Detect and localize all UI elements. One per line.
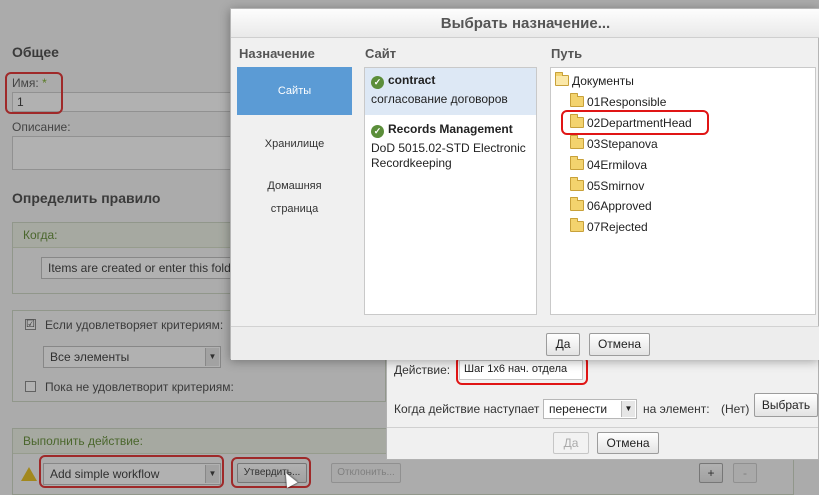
tree-node-folder-selected[interactable]: 02DepartmentHead: [570, 114, 692, 130]
to-element-value: (Нет): [721, 402, 750, 416]
criteria-select-value: Все элементы: [50, 350, 130, 364]
name-field[interactable]: 1: [12, 92, 238, 112]
tree-node-folder[interactable]: 06Approved: [570, 197, 652, 213]
section-define-rule-title: Определить правило: [12, 190, 161, 206]
description-field[interactable]: [12, 136, 238, 170]
tree-node-label: Документы: [572, 74, 634, 88]
action-settings-dialog: Действие: Шаг 1х6 нач. отдела Когда дейс…: [386, 352, 819, 460]
action-dialog-divider: [387, 427, 818, 428]
tree-node-label: 01Responsible: [587, 95, 667, 109]
folder-icon: [570, 93, 584, 107]
site-icon: ✓: [371, 76, 384, 89]
destination-home-page-line1[interactable]: Домашняя: [237, 175, 352, 197]
tree-node-folder[interactable]: 01Responsible: [570, 93, 667, 109]
site-column-header: Сайт: [365, 46, 397, 61]
site-item-contract[interactable]: ✓ contract согласование договоров: [365, 68, 536, 115]
dialog-ok-button[interactable]: Да: [546, 333, 580, 356]
unless-criteria-label: Пока не удовлетворит критериям:: [45, 380, 234, 394]
criteria-select[interactable]: Все элементы ▼: [43, 346, 221, 368]
choose-button[interactable]: Выбрать: [754, 393, 818, 417]
to-element-label: на элемент:: [643, 402, 710, 416]
destination-home-page-line2[interactable]: страница: [237, 198, 352, 220]
tree-node-label: 06Approved: [587, 199, 652, 213]
tree-node-folder[interactable]: 04Ermilova: [570, 156, 648, 172]
remove-action-button[interactable]: -: [733, 463, 757, 483]
site-list: ✓ contract согласование договоров ✓ Record…: [364, 67, 537, 315]
folder-open-icon: [555, 72, 569, 86]
folder-icon: [570, 197, 584, 211]
destination-repository[interactable]: Хранилище: [237, 131, 352, 157]
tree-node-label: 07Rejected: [587, 220, 648, 234]
chevron-down-icon: ▼: [205, 465, 219, 483]
dialog-title[interactable]: Выбрать назначение...: [231, 9, 819, 38]
site-name: Records Management: [388, 122, 513, 136]
when-select[interactable]: Items are created or enter this fold: [41, 257, 251, 279]
folder-icon: [570, 156, 584, 170]
destination-list: Сайты Хранилище Домашняя страница: [237, 67, 352, 327]
tree-node-label: 04Ermilova: [587, 158, 648, 172]
site-item-records-management[interactable]: ✓ Records Management DoD 5015.02-STD Elec…: [365, 117, 536, 179]
folder-icon: [570, 218, 584, 232]
tree-node-folder[interactable]: 05Smirnov: [570, 177, 645, 193]
reject-button[interactable]: Отклонить...: [331, 463, 401, 483]
warning-icon: [21, 467, 37, 481]
action-ok-button[interactable]: Да: [553, 432, 589, 454]
site-icon: ✓: [371, 125, 384, 138]
folder-icon: [570, 177, 584, 191]
path-column-header: Путь: [551, 46, 583, 61]
name-label-text: Имя:: [12, 76, 39, 90]
tree-node-root[interactable]: Документы: [555, 72, 634, 88]
select-destination-dialog: Выбрать назначение... Назначение Сайт Пу…: [230, 8, 819, 360]
tree-node-label: 02DepartmentHead: [587, 116, 692, 130]
action-cancel-button[interactable]: Отмена: [597, 432, 659, 454]
action-select-value: Add simple workflow: [50, 467, 160, 481]
chevron-down-icon: ▼: [621, 401, 635, 417]
tree-node-label: 05Smirnov: [587, 179, 645, 193]
if-criteria-label: Если удовлетворяет критериям:: [45, 318, 224, 332]
chevron-down-icon: ▼: [205, 348, 219, 366]
action-select[interactable]: Add simple workflow ▼: [43, 463, 221, 485]
when-action-select-value: перенести: [549, 402, 608, 416]
site-name: contract: [388, 73, 436, 87]
when-panel-header: Когда:: [13, 223, 241, 248]
section-general-title: Общее: [12, 44, 59, 60]
if-criteria-checkbox[interactable]: ☑: [25, 319, 36, 330]
dialog-footer: Да Отмена: [231, 326, 819, 360]
site-description: согласование договоров: [371, 92, 508, 106]
path-tree: Документы 01Responsible 02DepartmentHead…: [550, 67, 816, 315]
tree-node-folder[interactable]: 07Rejected: [570, 218, 648, 234]
folder-icon: [570, 114, 584, 128]
when-action-label: Когда действие наступает: [394, 402, 540, 416]
destination-column-header: Назначение: [239, 46, 315, 61]
description-label: Описание:: [12, 120, 71, 134]
unless-criteria-checkbox[interactable]: [25, 381, 36, 392]
required-mark: *: [42, 76, 47, 90]
add-action-button[interactable]: +: [699, 463, 723, 483]
name-label: Имя: *: [12, 76, 47, 90]
dialog-cancel-button[interactable]: Отмена: [589, 333, 650, 356]
when-panel: Когда: Items are created or enter this f…: [12, 222, 251, 294]
tree-node-label: 03Stepanova: [587, 137, 658, 151]
destination-sites[interactable]: Сайты: [237, 67, 352, 115]
action-label: Действие:: [394, 363, 451, 377]
tree-node-folder[interactable]: 03Stepanova: [570, 135, 658, 151]
action-name-field[interactable]: Шаг 1х6 нач. отдела: [459, 360, 583, 380]
site-description: DoD 5015.02-STD Electronic Recordkeeping: [371, 141, 526, 170]
when-action-select[interactable]: перенести ▼: [543, 399, 637, 419]
folder-icon: [570, 135, 584, 149]
